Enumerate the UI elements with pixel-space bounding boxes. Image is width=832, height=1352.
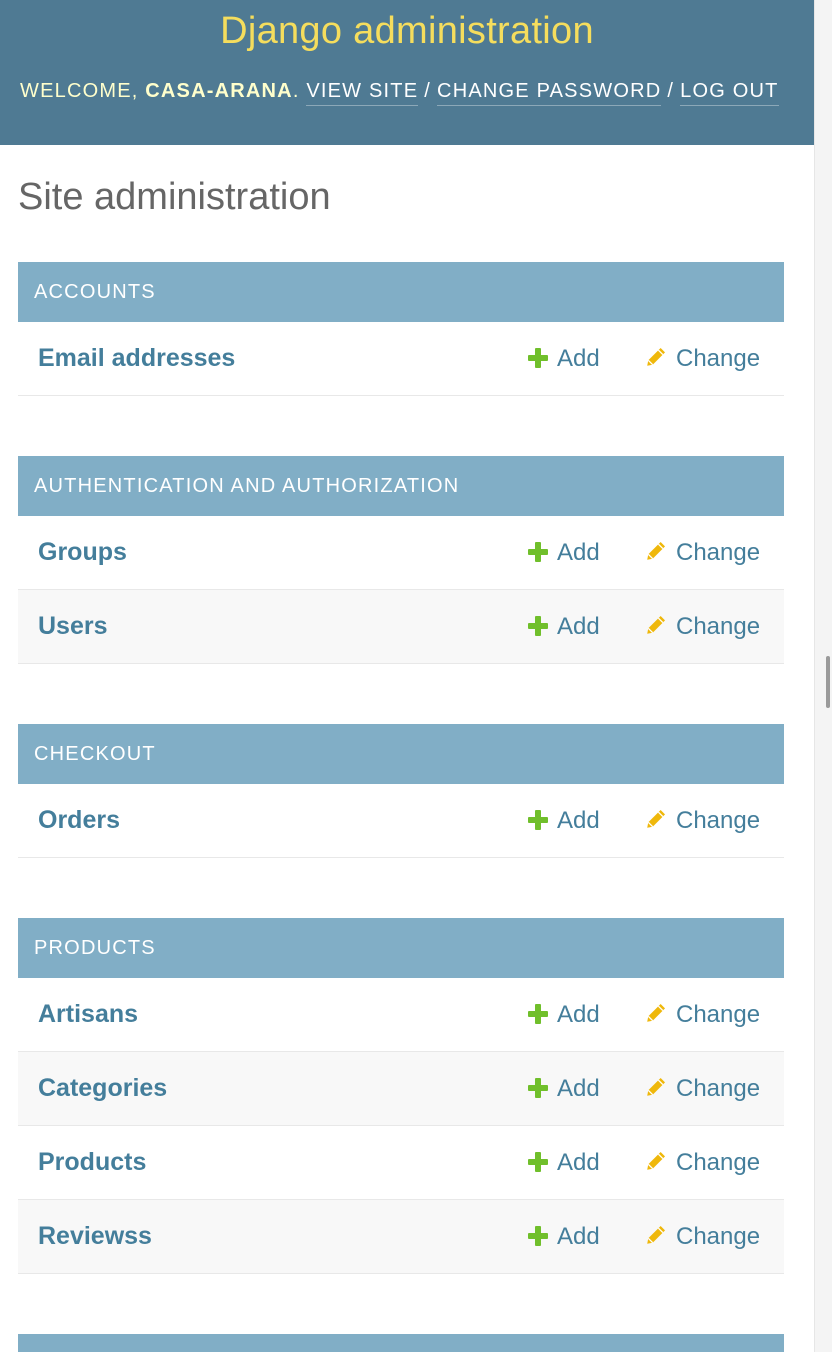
plus-icon — [528, 810, 548, 830]
plus-icon — [528, 1226, 548, 1246]
username-suffix: . — [292, 80, 300, 102]
separator: / — [667, 80, 675, 102]
change-link[interactable]: Change — [645, 590, 760, 663]
pencil-icon — [647, 541, 666, 560]
separator: / — [424, 80, 432, 102]
change-label: Change — [676, 613, 761, 640]
pencil-icon — [647, 809, 666, 828]
plus-icon — [528, 1004, 548, 1024]
admin-page: Django administration Welcome, casa-aran… — [0, 0, 814, 1352]
add-link[interactable]: Add — [528, 1052, 600, 1125]
model-row-artisans: Artisans Add Change — [18, 978, 784, 1052]
add-label: Add — [557, 539, 600, 566]
pencil-icon — [647, 615, 666, 634]
next-module-caption-partial — [18, 1334, 784, 1352]
add-link[interactable]: Add — [528, 784, 600, 857]
module-caption[interactable]: Accounts — [18, 262, 784, 322]
username: casa-arana — [145, 80, 293, 102]
log-out-link[interactable]: Log out — [680, 80, 779, 106]
module-caption[interactable]: Products — [18, 918, 784, 978]
model-link[interactable]: Orders — [38, 784, 120, 857]
change-link[interactable]: Change — [645, 322, 760, 395]
model-link[interactable]: Groups — [38, 516, 127, 589]
model-row-users: Users Add Change — [18, 590, 784, 664]
pencil-icon — [647, 1225, 666, 1244]
model-link[interactable]: Email addresses — [38, 322, 235, 395]
model-row-orders: Orders Add Change — [18, 784, 784, 858]
add-link[interactable]: Add — [528, 1200, 600, 1273]
plus-icon — [528, 616, 548, 636]
change-link[interactable]: Change — [645, 1126, 760, 1199]
change-link[interactable]: Change — [645, 516, 760, 589]
pencil-icon — [647, 1151, 666, 1170]
user-tools: Welcome, casa-arana. View site / Change pa… — [20, 80, 779, 106]
change-label: Change — [676, 1001, 761, 1028]
site-branding[interactable]: Django administration — [0, 10, 814, 53]
change-password-link[interactable]: Change password — [437, 80, 662, 106]
change-label: Change — [676, 807, 761, 834]
app-module-checkout: Checkout Orders Add Change — [18, 724, 784, 858]
plus-icon — [528, 1078, 548, 1098]
change-label: Change — [676, 1149, 761, 1176]
change-link[interactable]: Change — [645, 784, 760, 857]
view-site-link[interactable]: View site — [306, 80, 419, 106]
scrollbar-thumb[interactable] — [826, 656, 830, 708]
model-row-products: Products Add Change — [18, 1126, 784, 1200]
change-label: Change — [676, 1075, 761, 1102]
add-label: Add — [557, 1223, 600, 1250]
pencil-icon — [647, 1077, 666, 1096]
add-label: Add — [557, 807, 600, 834]
add-link[interactable]: Add — [528, 322, 600, 395]
model-link[interactable]: Products — [38, 1126, 146, 1199]
pencil-icon — [647, 1003, 666, 1022]
add-link[interactable]: Add — [528, 516, 600, 589]
pencil-icon — [647, 347, 666, 366]
model-row-reviewss: Reviewss Add Change — [18, 1200, 784, 1274]
welcome-text: Welcome, — [20, 80, 139, 102]
add-link[interactable]: Add — [528, 1126, 600, 1199]
change-link[interactable]: Change — [645, 1052, 760, 1125]
model-row-email-addresses: Email addresses Add Change — [18, 322, 784, 396]
app-module-auth: Authentication and Authorization Groups … — [18, 456, 784, 664]
change-label: Change — [676, 1223, 761, 1250]
plus-icon — [528, 1152, 548, 1172]
model-link[interactable]: Categories — [38, 1052, 167, 1125]
change-label: Change — [676, 539, 761, 566]
add-label: Add — [557, 345, 600, 372]
add-link[interactable]: Add — [528, 978, 600, 1051]
model-link[interactable]: Reviewss — [38, 1200, 152, 1273]
add-label: Add — [557, 613, 600, 640]
change-label: Change — [676, 345, 761, 372]
plus-icon — [528, 348, 548, 368]
change-link[interactable]: Change — [645, 978, 760, 1051]
model-link[interactable]: Users — [38, 590, 108, 663]
model-link[interactable]: Artisans — [38, 978, 138, 1051]
change-link[interactable]: Change — [645, 1200, 760, 1273]
add-label: Add — [557, 1075, 600, 1102]
add-link[interactable]: Add — [528, 590, 600, 663]
app-module-accounts: Accounts Email addresses Add Change — [18, 262, 784, 396]
module-caption[interactable]: Checkout — [18, 724, 784, 784]
header: Django administration Welcome, casa-aran… — [0, 0, 814, 145]
model-row-groups: Groups Add Change — [18, 516, 784, 590]
add-label: Add — [557, 1001, 600, 1028]
app-module-products: Products Artisans Add Change Categories … — [18, 918, 784, 1274]
page-title: Site administration — [18, 176, 331, 218]
model-row-categories: Categories Add Change — [18, 1052, 784, 1126]
add-label: Add — [557, 1149, 600, 1176]
module-caption[interactable]: Authentication and Authorization — [18, 456, 784, 516]
plus-icon — [528, 542, 548, 562]
